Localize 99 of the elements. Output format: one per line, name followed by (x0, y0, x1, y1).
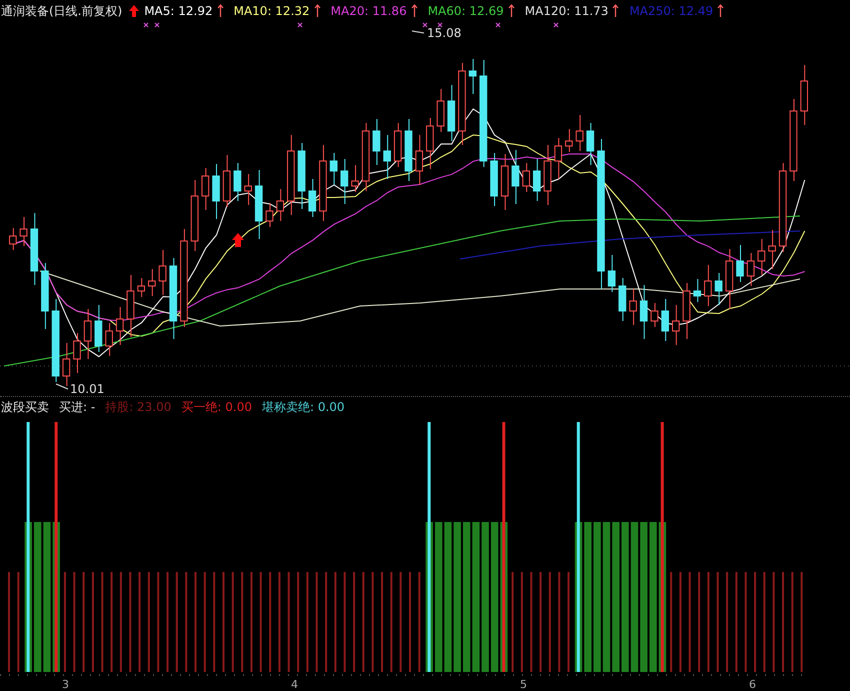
up-arrow-icon (717, 4, 724, 18)
indicator-value: 买一绝: 0.00 (181, 398, 252, 416)
candlestick (693, 278, 702, 302)
candlestick (714, 272, 722, 306)
indicator-value: 持股: 23.00 (105, 398, 172, 416)
leader-line (56, 384, 68, 390)
candlestick (682, 282, 690, 340)
moving-average-value: MA10: 12.32 (234, 4, 310, 18)
up-arrow-icon (128, 4, 140, 18)
cross-mark-icon (495, 22, 501, 28)
candlestick (608, 254, 616, 292)
up-arrow-icon (314, 4, 321, 18)
indicator-value: 买进: - (59, 398, 96, 416)
candlestick (340, 158, 348, 204)
candlestick (234, 162, 242, 202)
candlestick (490, 152, 498, 206)
candlestick (672, 304, 680, 346)
candlestick (650, 302, 658, 328)
candlestick (266, 202, 274, 228)
chart-title: 通润装备(日线.前复权) (1, 2, 122, 20)
cross-mark-icon (154, 22, 160, 28)
candlestick (222, 154, 231, 208)
candlestick (372, 118, 380, 166)
candlestick (415, 134, 424, 186)
axis-label: 3 (62, 679, 69, 691)
candlestick (244, 174, 252, 206)
candlestick (704, 264, 712, 306)
candlestick (116, 306, 124, 346)
axis-label: 5 (520, 679, 527, 691)
candlestick (94, 304, 102, 352)
candlestick (158, 250, 166, 296)
candlestick (41, 262, 49, 330)
price-label: 10.01 (70, 382, 104, 396)
candlestick (468, 58, 476, 94)
candlestick (736, 244, 744, 282)
candlestick (554, 138, 562, 180)
candlestick (629, 288, 637, 326)
candlestick (148, 268, 156, 296)
cross-mark-icon (437, 22, 443, 28)
candlestick (404, 118, 412, 182)
candlestick (436, 88, 444, 132)
cross-mark-icon (143, 22, 149, 28)
candlestick (661, 298, 669, 342)
candlestick (576, 114, 584, 152)
candlestick (725, 248, 734, 310)
candlestick (544, 144, 552, 206)
candlestick (618, 278, 626, 322)
candlestick (212, 164, 220, 220)
candlestick (62, 342, 70, 386)
candlestick (426, 118, 434, 170)
candlestick (20, 216, 28, 246)
indicator-title: 波段买卖 (1, 398, 49, 416)
moving-average-value: MA120: 11.73 (524, 4, 608, 18)
moving-average-value: MA60: 12.69 (428, 4, 504, 18)
candlestick (394, 122, 402, 168)
candlestick (383, 134, 391, 180)
cross-mark-icon (297, 22, 303, 28)
price-label: 15.08 (427, 26, 462, 40)
axis-label: 6 (749, 679, 756, 691)
candlestick (137, 278, 146, 298)
candlestick (254, 170, 263, 240)
axis-label: 4 (291, 679, 298, 691)
candlestick (9, 228, 17, 250)
candlestick (351, 164, 359, 192)
candlestick (126, 274, 134, 338)
moving-average-value: MA5: 12.92 (144, 4, 213, 18)
candlestick (190, 180, 198, 252)
candlestick (768, 230, 776, 270)
candlestick (565, 128, 573, 152)
moving-average-value: MA20: 11.86 (330, 4, 407, 18)
cross-mark-icon (422, 22, 428, 28)
up-arrow-icon (410, 4, 418, 18)
candlestick (512, 150, 520, 204)
candlestick (532, 158, 541, 202)
candlestick (500, 154, 509, 210)
candlestick (758, 238, 766, 276)
candlestick (330, 152, 338, 186)
up-arrow-icon (232, 233, 244, 247)
candlestick (298, 142, 306, 210)
up-arrow-icon (216, 4, 224, 18)
moving-average-value: MA250: 12.49 (629, 4, 714, 18)
candlestick (362, 122, 370, 192)
candlestick (586, 122, 594, 166)
up-arrow-icon (508, 4, 515, 18)
cross-mark-icon (553, 22, 559, 28)
candlestick (84, 308, 92, 360)
candlestick (640, 284, 648, 340)
candlestick (105, 322, 113, 356)
candlestick (276, 188, 284, 222)
candlestick (308, 178, 316, 218)
candlestick (73, 332, 81, 374)
candlestick (447, 84, 456, 142)
candlestick (800, 64, 808, 126)
leader-line (412, 30, 424, 34)
up-arrow-icon (612, 4, 620, 18)
candlestick (746, 252, 755, 286)
candlestick (201, 168, 210, 210)
candlestick (522, 162, 530, 192)
indicator-value: 堪称卖绝: 0.00 (262, 398, 345, 416)
